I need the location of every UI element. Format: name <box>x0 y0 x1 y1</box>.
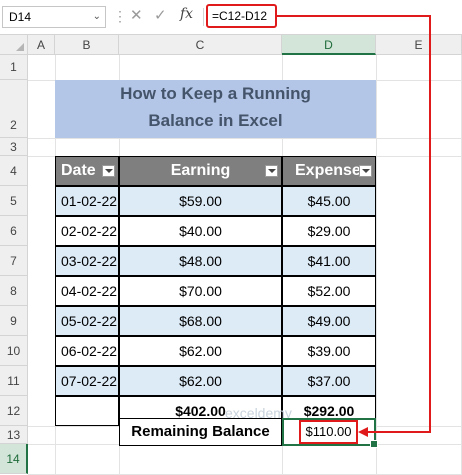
callout-arrow <box>277 15 431 437</box>
arrow-head-icon <box>358 427 368 437</box>
callout-line <box>277 15 431 433</box>
